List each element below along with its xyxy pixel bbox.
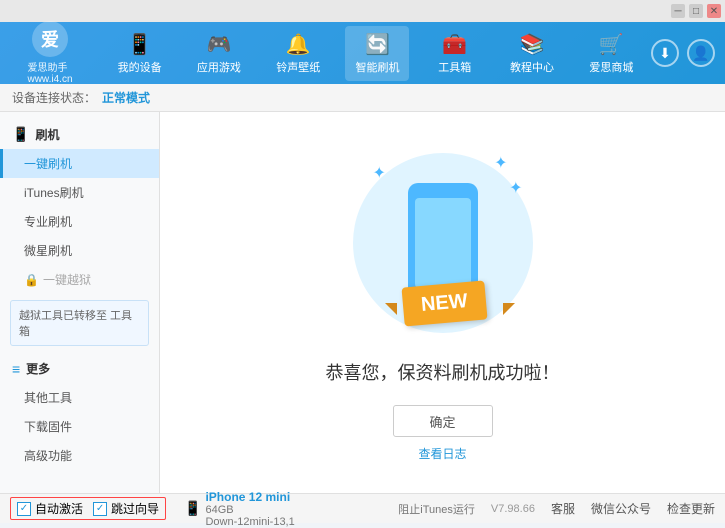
sidebar: 📱 刷机 一键刷机 iTunes刷机 专业刷机 微星刷机 🔒 一键越狱 越狱工具…: [0, 112, 160, 493]
nav-tutorials-label: 教程中心: [510, 59, 554, 75]
skip-guide-checkbox[interactable]: ✓ 跳过向导: [93, 500, 159, 517]
nav-tools-label: 工具箱: [438, 59, 471, 75]
auto-activate-checkbox[interactable]: ✓ 自动激活: [17, 500, 83, 517]
sidebar-one-click-flash[interactable]: 一键刷机: [0, 149, 159, 178]
new-badge: NEW: [401, 280, 487, 326]
ringtone-icon: 🔔: [286, 32, 311, 57]
nav-my-device-label: 我的设备: [118, 59, 162, 75]
logo: 爱 爱思助手 www.i4.cn: [10, 21, 90, 85]
status-bar: 设备连接状态： 正常模式: [0, 84, 725, 112]
skip-guide-check-icon: ✓: [93, 502, 107, 516]
close-btn[interactable]: ✕: [707, 4, 721, 18]
device-name: iPhone 12 mini: [205, 490, 294, 504]
download-btn[interactable]: ⬇: [651, 39, 679, 67]
sparkle-2: ✦: [494, 153, 507, 173]
top-nav: 爱 爱思助手 www.i4.cn 📱 我的设备 🎮 应用游戏 🔔 铃声壁纸 🔄 …: [0, 22, 725, 84]
sidebar-other-tools[interactable]: 其他工具: [0, 383, 159, 412]
nav-flash[interactable]: 🔄 智能刷机: [345, 26, 409, 81]
more-section-icon: ≡: [12, 361, 20, 377]
sidebar-itunes-flash[interactable]: iTunes刷机: [0, 178, 159, 207]
success-text: 恭喜您，保资料刷机成功啦！: [326, 359, 560, 385]
nav-my-device[interactable]: 📱 我的设备: [108, 26, 172, 81]
more-section-label: 更多: [26, 360, 50, 377]
confirm-button[interactable]: 确定: [393, 405, 493, 437]
ribbon-left: [385, 303, 397, 315]
sparkle-3: ✦: [509, 178, 522, 198]
sidebar-advanced[interactable]: 高级功能: [0, 441, 159, 470]
bottom-bar: ✓ 自动激活 ✓ 跳过向导 📱 iPhone 12 mini 64GB Down…: [0, 493, 725, 523]
user-btn[interactable]: 👤: [687, 39, 715, 67]
wechat-link[interactable]: 微信公众号: [591, 500, 651, 517]
title-bar: ─ □ ✕: [0, 0, 725, 22]
sparkle-1: ✦: [373, 163, 386, 183]
main-layout: 📱 刷机 一键刷机 iTunes刷机 专业刷机 微星刷机 🔒 一键越狱 越狱工具…: [0, 112, 725, 493]
nav-apps[interactable]: 🎮 应用游戏: [187, 26, 251, 81]
sidebar-jailbreak: 🔒 一键越狱: [0, 265, 159, 294]
tools-icon: 🧰: [442, 32, 467, 57]
status-value: 正常模式: [102, 89, 150, 106]
check-update-link[interactable]: 检查更新: [667, 500, 715, 517]
bottom-left: ✓ 自动激活 ✓ 跳过向导 📱 iPhone 12 mini 64GB Down…: [10, 490, 398, 528]
nav-shop[interactable]: 🛒 爱思商城: [579, 26, 643, 81]
logo-icon: 爱: [32, 21, 68, 57]
apps-icon: 🎮: [206, 32, 231, 57]
status-label: 设备连接状态：: [12, 89, 96, 106]
checkbox-area: ✓ 自动激活 ✓ 跳过向导: [10, 497, 166, 520]
device-storage: 64GB: [205, 504, 294, 516]
nav-tutorials[interactable]: 📚 教程中心: [500, 26, 564, 81]
sidebar-flash-header: 📱 刷机: [0, 120, 159, 149]
nav-items: 📱 我的设备 🎮 应用游戏 🔔 铃声壁纸 🔄 智能刷机 🧰 工具箱 📚 教程中心…: [100, 26, 651, 81]
success-illustration: ✦ ✦ ✦ NEW: [343, 143, 543, 343]
stop-itunes-btn[interactable]: 阻止iTunes运行: [398, 501, 475, 517]
flash-section-label: 刷机: [35, 126, 59, 143]
bottom-right: 阻止iTunes运行 V7.98.66 客服 微信公众号 检查更新: [398, 500, 715, 517]
sidebar-more-header: ≡ 更多: [0, 354, 159, 383]
sidebar-pro-flash[interactable]: 专业刷机: [0, 207, 159, 236]
nav-flash-label: 智能刷机: [355, 59, 399, 75]
ribbon-right: [503, 303, 515, 315]
device-info: 📱 iPhone 12 mini 64GB Down-12mini-13,1: [184, 490, 295, 528]
minimize-btn[interactable]: ─: [671, 4, 685, 18]
nav-ringtone-label: 铃声壁纸: [276, 59, 320, 75]
device-model: Down-12mini-13,1: [205, 516, 294, 528]
nav-right: ⬇ 👤: [651, 39, 715, 67]
logo-text: 爱思助手 www.i4.cn: [27, 59, 72, 85]
device-icon: 📱: [127, 32, 152, 57]
flash-icon: 🔄: [365, 32, 390, 57]
content-area: ✦ ✦ ✦ NEW 恭喜您，保资料刷机成功啦！ 确定 查看日志: [160, 112, 725, 493]
nav-shop-label: 爱思商城: [589, 59, 633, 75]
tutorials-icon: 📚: [520, 32, 545, 57]
version-text: V7.98.66: [491, 503, 535, 515]
nav-tools[interactable]: 🧰 工具箱: [425, 26, 485, 81]
shop-icon: 🛒: [599, 32, 624, 57]
sidebar-micro-flash[interactable]: 微星刷机: [0, 236, 159, 265]
auto-activate-check-icon: ✓: [17, 502, 31, 516]
customer-service-link[interactable]: 客服: [551, 500, 575, 517]
sidebar-info-box: 越狱工具已转移至 工具箱: [10, 300, 149, 346]
flash-section-icon: 📱: [12, 126, 29, 143]
maximize-btn[interactable]: □: [689, 4, 703, 18]
sidebar-download-firmware[interactable]: 下载固件: [0, 412, 159, 441]
device-phone-icon: 📱: [184, 500, 201, 517]
nav-ringtone[interactable]: 🔔 铃声壁纸: [266, 26, 330, 81]
visit-log-link[interactable]: 查看日志: [418, 445, 466, 462]
phone-screen: [415, 198, 471, 288]
nav-apps-label: 应用游戏: [197, 59, 241, 75]
